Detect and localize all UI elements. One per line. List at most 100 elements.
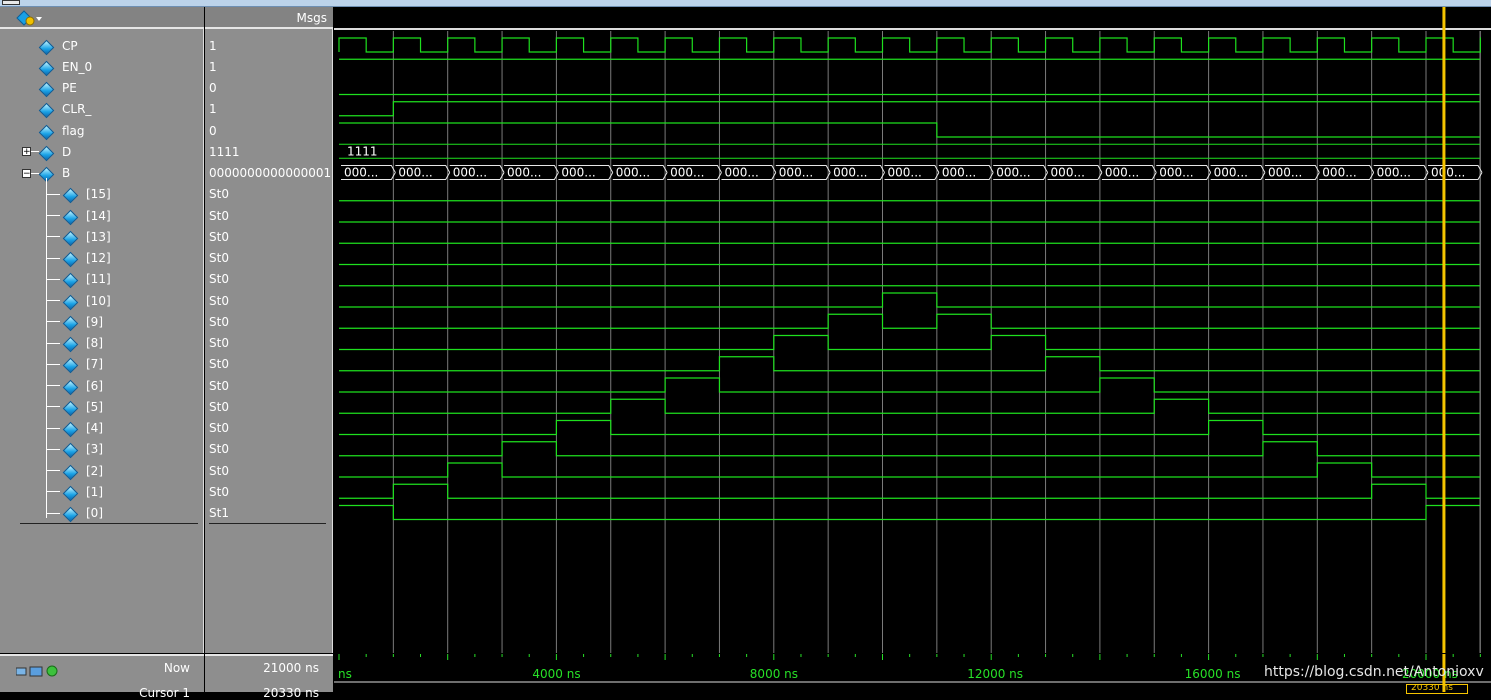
signal-name: [6] bbox=[86, 378, 103, 393]
bus-b-value: 000... bbox=[1159, 166, 1193, 180]
signal-trace bbox=[339, 122, 1480, 138]
signal-row-name[interactable]: [3] bbox=[62, 439, 103, 460]
bus-d-trace bbox=[339, 143, 1480, 159]
signal-value: St0 bbox=[209, 229, 229, 244]
signal-name: [3] bbox=[86, 442, 103, 457]
signal-row-name[interactable]: [14] bbox=[62, 205, 111, 226]
bus-b-value: 000... bbox=[1322, 166, 1356, 180]
signal-trace bbox=[339, 334, 1480, 351]
tree-connector bbox=[46, 342, 60, 344]
signal-row-name[interactable]: [10] bbox=[62, 290, 111, 311]
tree-connector bbox=[46, 406, 60, 408]
signal-row-name[interactable]: EN_0 bbox=[38, 56, 92, 77]
signal-row-name[interactable]: flag bbox=[38, 120, 85, 141]
signal-trace bbox=[339, 356, 1480, 372]
window-icon[interactable] bbox=[2, 0, 20, 5]
cursor-label: Cursor 1 bbox=[139, 686, 190, 700]
signal-name: [11] bbox=[86, 272, 111, 287]
signal-value: 0 bbox=[209, 81, 217, 95]
signal-row-name[interactable]: CP bbox=[38, 35, 78, 56]
signal-trace bbox=[339, 504, 1480, 521]
tree-connector bbox=[46, 512, 60, 514]
signal-row-name[interactable]: [1] bbox=[62, 481, 103, 502]
signal-row-name[interactable]: [0] bbox=[62, 503, 103, 524]
expand-icon[interactable]: + bbox=[22, 147, 31, 157]
signal-name: [14] bbox=[86, 208, 111, 223]
cursor-value: 20330 ns bbox=[263, 686, 319, 700]
signal-name: [8] bbox=[86, 336, 103, 350]
signal-trace bbox=[339, 377, 1480, 393]
signal-row-name[interactable]: [6] bbox=[62, 375, 103, 396]
footer-icons[interactable] bbox=[15, 662, 60, 681]
bus-d-value: 1111 bbox=[347, 144, 378, 158]
watermark: https://blog.csdn.net/Antonioxv bbox=[1264, 664, 1484, 680]
signal-name: [5] bbox=[86, 399, 103, 414]
signal-name: B bbox=[62, 166, 71, 180]
signal-diamond-icon bbox=[38, 102, 52, 116]
signal-value: St0 bbox=[209, 251, 229, 265]
signal-diamond-icon bbox=[38, 39, 52, 53]
list-end-divider bbox=[20, 522, 198, 524]
signal-diamond-icon bbox=[38, 81, 52, 95]
signal-diamond-icon bbox=[62, 209, 76, 223]
signal-value: St0 bbox=[209, 336, 229, 350]
signal-row-name[interactable]: [8] bbox=[62, 333, 103, 354]
bus-b-value: 000... bbox=[1105, 166, 1139, 180]
bus-b-value: 000... bbox=[561, 166, 595, 180]
now-value: 21000 ns bbox=[263, 661, 319, 675]
tree-connector bbox=[46, 470, 60, 471]
signal-name: [2] bbox=[86, 463, 103, 478]
signal-row-name[interactable]: [9] bbox=[62, 311, 103, 332]
signal-row-name[interactable]: [13] bbox=[62, 226, 111, 247]
signal-value: St0 bbox=[209, 314, 229, 329]
signal-diamond-icon bbox=[62, 485, 76, 499]
bus-b-value: 000... bbox=[833, 166, 867, 180]
signal-name: CP bbox=[62, 38, 78, 53]
signal-diamond-icon bbox=[62, 272, 76, 286]
bus-b-value: 000... bbox=[724, 166, 758, 180]
clock-trace bbox=[338, 37, 1481, 53]
signal-row-name[interactable]: CLR_ bbox=[38, 99, 91, 120]
signal-value: 1111 bbox=[209, 144, 240, 159]
signal-row-name[interactable]: PE bbox=[38, 78, 77, 99]
signal-diamond-icon bbox=[62, 506, 76, 520]
collapse-icon[interactable]: − bbox=[22, 168, 31, 178]
signal-name: [0] bbox=[86, 506, 103, 520]
signal-trace bbox=[339, 441, 1480, 457]
bus-b-value: 000... bbox=[1214, 166, 1248, 180]
bus-b-value: 000... bbox=[670, 166, 704, 180]
axis-label: ns bbox=[338, 667, 352, 681]
signal-trace bbox=[339, 483, 1480, 499]
signal-row-name[interactable]: [15] bbox=[62, 184, 111, 205]
signal-row-name[interactable]: [4] bbox=[62, 418, 103, 439]
tree-connector bbox=[46, 491, 60, 493]
signal-row-name[interactable]: [5] bbox=[62, 396, 103, 417]
signal-row-name[interactable]: [2] bbox=[62, 460, 103, 481]
signal-trace bbox=[339, 101, 1480, 117]
signal-value: St0 bbox=[209, 442, 229, 457]
bus-b-value: 000... bbox=[1268, 166, 1302, 180]
bus-b-value: 000... bbox=[453, 166, 487, 180]
signal-diamond-icon bbox=[62, 379, 76, 393]
signal-row-name[interactable]: [12] bbox=[62, 248, 111, 269]
signal-value: St0 bbox=[209, 272, 229, 287]
signal-trace bbox=[339, 398, 1480, 414]
signal-row-name[interactable]: [11] bbox=[62, 269, 111, 290]
signal-row-name[interactable]: [7] bbox=[62, 354, 103, 375]
tree-connector bbox=[46, 385, 60, 386]
axis-label: 12000 ns bbox=[967, 667, 1023, 681]
signal-diamond-icon bbox=[62, 400, 76, 414]
cursor-time-box[interactable]: 20330 ns bbox=[1406, 684, 1468, 694]
bus-b-value: 000... bbox=[1431, 166, 1465, 180]
signal-diamond-icon bbox=[62, 251, 76, 265]
bus-b-value: 000... bbox=[779, 166, 813, 180]
signal-row-name[interactable]: D bbox=[38, 141, 71, 162]
signal-row-name[interactable]: B bbox=[38, 163, 70, 184]
waveform-canvas[interactable]: 1111 000... 000... 000... 000... 000... 000...… bbox=[334, 7, 1491, 653]
now-label: Now bbox=[163, 661, 190, 675]
now-value-cell: 21000 ns 20330 ns bbox=[205, 654, 333, 700]
waveform-svg[interactable]: 1111 000... 000... 000... 000... 000... 000...… bbox=[334, 7, 1491, 653]
bus-b-value: 000... bbox=[1051, 166, 1085, 180]
bus-b-value: 000... bbox=[1377, 166, 1411, 180]
wave-toolbar-icon[interactable] bbox=[16, 10, 42, 26]
